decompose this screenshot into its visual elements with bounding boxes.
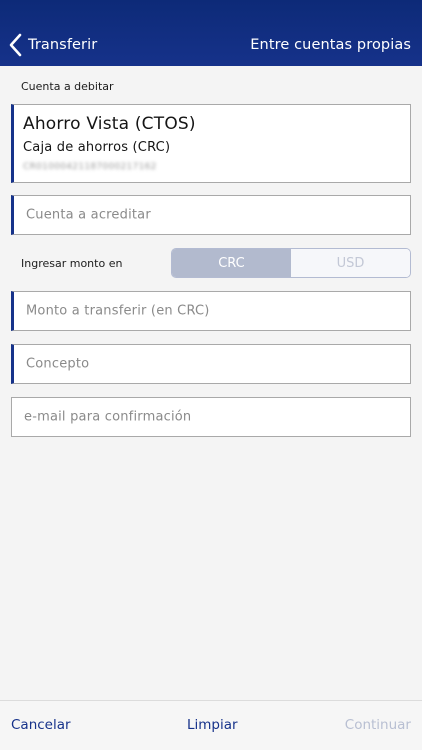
- back-button[interactable]: Transferir: [8, 30, 97, 60]
- credit-account-placeholder: Cuenta a acreditar: [26, 207, 151, 223]
- concept-field[interactable]: Concepto: [11, 344, 411, 384]
- transfer-screen: Transferir Entre cuentas propias Cuenta …: [0, 0, 422, 750]
- concept-placeholder: Concepto: [26, 356, 90, 372]
- email-field[interactable]: e-mail para confirmación: [11, 397, 411, 437]
- currency-option-crc[interactable]: CRC: [172, 249, 291, 277]
- currency-toggle: CRC USD: [171, 248, 411, 278]
- account-type: Caja de ahorros (CRC): [23, 140, 171, 155]
- account-name: Ahorro Vista (CTOS): [23, 114, 196, 134]
- amount-field[interactable]: Monto a transferir (en CRC): [11, 291, 411, 331]
- chevron-left-icon: [8, 33, 22, 57]
- action-bar: Cancelar Limpiar Continuar: [0, 700, 422, 750]
- amount-placeholder: Monto a transferir (en CRC): [26, 303, 210, 319]
- credit-account-field[interactable]: Cuenta a acreditar: [11, 195, 411, 235]
- debit-account-selector[interactable]: Ahorro Vista (CTOS) Caja de ahorros (CRC…: [11, 104, 411, 183]
- continue-button[interactable]: Continuar: [345, 717, 411, 733]
- currency-option-usd[interactable]: USD: [291, 249, 410, 277]
- cancel-button[interactable]: Cancelar: [11, 717, 71, 733]
- currency-label: Ingresar monto en: [21, 257, 123, 270]
- debit-account-label: Cuenta a debitar: [21, 80, 114, 93]
- page-title: Entre cuentas propias: [250, 37, 411, 53]
- clear-button[interactable]: Limpiar: [187, 717, 238, 733]
- app-header: Transferir Entre cuentas propias: [0, 0, 422, 66]
- email-placeholder: e-mail para confirmación: [24, 409, 192, 425]
- account-number: CR01000421187000217162: [23, 162, 157, 172]
- back-label: Transferir: [28, 37, 98, 53]
